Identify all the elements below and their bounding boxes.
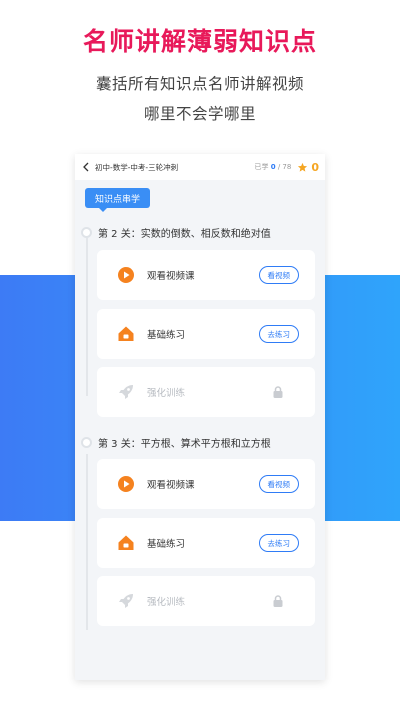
level-dot xyxy=(81,437,92,448)
play-circle-icon xyxy=(117,266,135,284)
watch-video-card[interactable]: 观看视频课 看视频 xyxy=(97,250,315,300)
card-label: 观看视频课 xyxy=(147,480,195,491)
progress-counter: 已学 0 / 78 xyxy=(255,162,292,172)
advanced-training-card: 强化训练 xyxy=(97,367,315,417)
star-icon xyxy=(297,162,308,173)
go-practice-button[interactable]: 去练习 xyxy=(258,534,299,552)
go-practice-button[interactable]: 去练习 xyxy=(258,325,299,343)
star-count: 0 xyxy=(311,160,319,174)
rocket-icon xyxy=(117,383,135,401)
level-header: 第 3 关：平方根、算术平方根和立方根 xyxy=(81,435,271,450)
card-label: 观看视频课 xyxy=(147,271,195,282)
advanced-training-card: 强化训练 xyxy=(97,576,315,626)
timeline-line xyxy=(86,238,88,396)
promo-headline: 名师讲解薄弱知识点 xyxy=(82,27,317,56)
timeline-line xyxy=(86,454,88,630)
watch-video-button[interactable]: 看视频 xyxy=(258,266,299,284)
card-label: 基础练习 xyxy=(147,539,186,550)
course-title: 初中-数学-中考-三轮冲刺 xyxy=(95,162,179,172)
watch-video-button[interactable]: 看视频 xyxy=(258,475,299,493)
phone-screen: 初中-数学-中考-三轮冲刺 已学 0 / 78 0 知识点串学 第 2 关：实数… xyxy=(75,154,325,680)
house-icon xyxy=(117,325,135,343)
progress-done: 0 xyxy=(270,163,276,171)
progress-total: / 78 xyxy=(277,163,292,171)
progress-prefix: 已学 xyxy=(254,163,269,171)
rocket-icon xyxy=(117,592,135,610)
promo-subline-2: 哪里不会学哪里 xyxy=(143,105,256,123)
card-label: 基础练习 xyxy=(147,330,186,341)
level-title: 第 2 关：实数的倒数、相反数和绝对值 xyxy=(98,229,271,240)
knowledge-series-badge: 知识点串学 xyxy=(85,188,151,212)
basic-practice-card[interactable]: 基础练习 去练习 xyxy=(97,309,315,359)
play-circle-icon xyxy=(117,475,135,493)
level-header: 第 2 关：实数的倒数、相反数和绝对值 xyxy=(81,225,271,240)
lock-icon xyxy=(271,385,285,399)
chevron-left-icon[interactable] xyxy=(83,162,91,172)
lock-icon xyxy=(271,594,285,608)
watch-video-card[interactable]: 观看视频课 看视频 xyxy=(97,459,315,509)
card-label: 强化训练 xyxy=(147,388,186,399)
level-dot xyxy=(81,227,92,238)
card-label: 强化训练 xyxy=(147,597,186,608)
house-icon xyxy=(117,534,135,552)
basic-practice-card[interactable]: 基础练习 去练习 xyxy=(97,518,315,568)
top-bar: 初中-数学-中考-三轮冲刺 已学 0 / 78 0 xyxy=(75,154,325,180)
level-title: 第 3 关：平方根、算术平方根和立方根 xyxy=(98,439,271,450)
promo-subline-1: 囊括所有知识点名师讲解视频 xyxy=(95,75,304,93)
